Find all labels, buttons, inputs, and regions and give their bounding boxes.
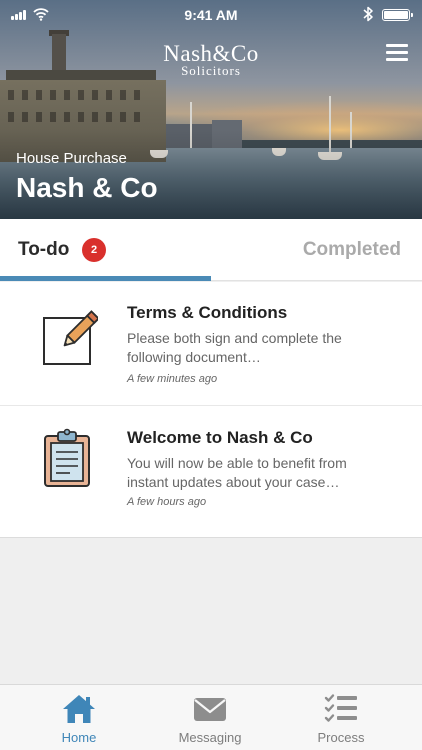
nav-process-label: Process (317, 730, 365, 745)
brand-logo: Nash&Co Solicitors (0, 42, 422, 77)
tab-completed-label: Completed (302, 239, 401, 260)
todo-list: Terms & Conditions Please both sign and … (0, 282, 422, 538)
item-timestamp: A few hours ago (127, 496, 207, 508)
item-title: Terms & Conditions (127, 303, 288, 322)
nav-messaging-label: Messaging (178, 730, 242, 745)
battery-icon (382, 9, 413, 21)
case-type: House Purchase (16, 150, 127, 167)
tab-todo-label: To-do (18, 239, 70, 260)
item-description: You will now be able to benefit from ins… (127, 455, 347, 490)
tab-completed[interactable]: Completed (211, 219, 422, 281)
logo-sub-text: Solicitors (181, 63, 241, 78)
edit-document-icon (43, 310, 98, 365)
status-time: 9:41 AM (184, 7, 238, 23)
tab-todo[interactable]: To-do 2 (0, 219, 211, 281)
tab-bar: To-do 2 Completed (0, 219, 422, 281)
status-bar: 9:41 AM (0, 0, 422, 28)
bottom-navigation: Home Messaging Process (0, 684, 422, 750)
nav-home[interactable]: Home (9, 685, 149, 750)
clipboard-icon (44, 428, 90, 487)
item-title: Welcome to Nash & Co (127, 428, 313, 447)
nav-process[interactable]: Process (271, 685, 411, 750)
list-item[interactable]: Welcome to Nash & Co You will now be abl… (0, 406, 422, 530)
home-icon (63, 695, 95, 723)
list-item[interactable]: Terms & Conditions Please both sign and … (0, 282, 422, 406)
active-tab-indicator (0, 276, 211, 281)
logo-main-text: Nash&Co (163, 41, 259, 66)
checklist-icon (324, 694, 357, 722)
page-title: Nash & Co (16, 172, 158, 203)
todo-count-badge: 2 (82, 238, 106, 262)
menu-icon[interactable] (386, 44, 408, 62)
nav-home-label: Home (61, 730, 97, 745)
item-timestamp: A few minutes ago (127, 373, 218, 385)
nav-messaging[interactable]: Messaging (140, 685, 280, 750)
message-icon (194, 698, 226, 721)
bluetooth-icon (363, 6, 373, 22)
item-description: Please both sign and complete the follow… (127, 330, 342, 365)
